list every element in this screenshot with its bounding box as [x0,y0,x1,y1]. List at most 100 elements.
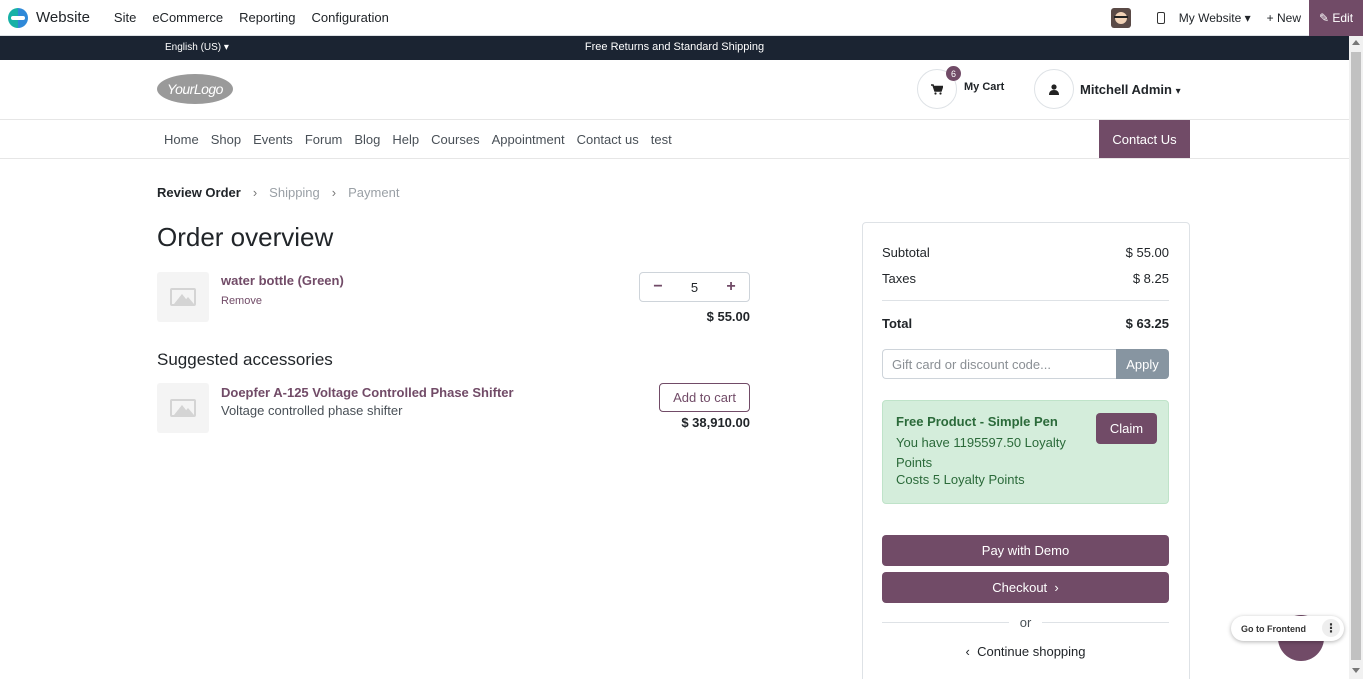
divider [1042,622,1169,623]
go-to-frontend-label: Go to Frontend [1241,623,1306,634]
accessory-price: $ 38,910.00 [681,415,750,430]
scrollbar-thumb[interactable] [1351,52,1361,660]
reward-title: Free Product - Simple Pen [896,414,1058,429]
subtotal-value: $ 55.00 [1125,245,1169,260]
nav-item-events[interactable]: Events [247,132,299,147]
chevron-right-icon: › [331,185,337,200]
user-menu-avatar[interactable] [1034,69,1074,109]
user-menu[interactable]: Mitchell Admin ▾ [1080,82,1181,97]
step-payment: Payment [348,185,400,200]
menu-item-reporting[interactable]: Reporting [239,10,295,25]
divider [882,622,1009,623]
app-name[interactable]: Website [36,9,90,26]
scroll-down-arrow-icon[interactable] [1352,668,1360,673]
contact-us-button[interactable]: Contact Us [1099,120,1190,158]
quantity-input[interactable]: 5 [676,280,713,295]
or-label: or [1019,615,1032,630]
accessory-description: Voltage controlled phase shifter [221,403,403,418]
nav-item-blog[interactable]: Blog [348,132,386,147]
subtotal-row: Subtotal $ 55.00 [882,245,1169,260]
website-switcher-label: My Website [1178,11,1242,25]
accessory-thumbnail[interactable] [157,383,209,433]
odoo-app-icon[interactable] [8,7,28,28]
total-label: Total [882,316,913,331]
quantity-stepper: − 5 + [639,272,750,302]
continue-shopping-link[interactable]: ‹ Continue shopping [882,644,1169,659]
nav-item-test[interactable]: test [645,132,678,147]
total-value: $ 63.25 [1125,316,1169,331]
promo-code-input[interactable] [882,349,1116,379]
menu-item-configuration[interactable]: Configuration [312,10,389,25]
site-header: YourLogo 6 My Cart Mitchell Admin ▾ [0,60,1349,120]
plus-icon: + [1266,11,1274,25]
minus-icon[interactable]: − [640,273,676,301]
chevron-right-icon: › [1054,580,1059,595]
checkout-steps: Review Order › Shipping › Payment [157,185,399,200]
promo-code-form: Apply [882,349,1169,379]
nav-item-courses[interactable]: Courses [425,132,485,147]
nav-item-forum[interactable]: Forum [299,132,349,147]
loyalty-reward-box: Free Product - Simple Pen You have 11955… [882,400,1169,504]
more-options-icon[interactable]: ⋮ [1322,619,1340,637]
edit-button[interactable]: ✎ Edit [1309,0,1363,36]
subtotal-label: Subtotal [882,245,930,260]
menu-item-ecommerce[interactable]: eCommerce [152,10,223,25]
step-shipping: Shipping [269,185,320,200]
cart-label[interactable]: My Cart [964,81,1004,93]
page-scrollbar[interactable] [1349,36,1363,679]
new-button[interactable]: + New [1267,11,1301,25]
checkout-label: Checkout [992,580,1048,595]
product-thumbnail[interactable] [157,272,209,322]
scroll-up-arrow-icon[interactable] [1352,40,1360,45]
remove-link[interactable]: Remove [221,295,262,307]
nav-item-contact-us[interactable]: Contact us [571,132,645,147]
image-placeholder-icon [170,288,196,306]
total-row: Total $ 63.25 [882,316,1169,331]
nav-item-shop[interactable]: Shop [205,132,247,147]
user-name: Mitchell Admin [1080,82,1172,97]
go-to-frontend-pill[interactable]: Go to Frontend ⋮ [1231,616,1344,641]
admin-bar-right: My Website ▾ + New ✎ Edit [1110,0,1363,36]
cart-product-name[interactable]: water bottle (Green) [221,273,344,288]
plus-icon[interactable]: + [713,273,749,301]
add-to-cart-button[interactable]: Add to cart [659,383,750,412]
claim-button[interactable]: Claim [1096,413,1157,444]
cart-line-price: $ 55.00 [706,309,750,324]
pencil-icon: ✎ [1318,11,1330,25]
taxes-row: Taxes $ 8.25 [882,271,1169,286]
mobile-preview-icon[interactable] [1156,12,1165,24]
pay-with-demo-button[interactable]: Pay with Demo [882,535,1169,566]
continue-shopping-label: Continue shopping [977,644,1086,659]
suggested-accessories-title: Suggested accessories [157,350,333,369]
new-button-label: New [1276,11,1301,25]
taxes-label: Taxes [882,271,916,286]
nav-item-appointment[interactable]: Appointment [486,132,571,147]
reward-points: You have 1195597.50 Loyalty Points [896,435,1066,470]
nav-item-home[interactable]: Home [158,132,205,147]
user-avatar-icon[interactable] [1110,8,1131,28]
order-summary-card: Subtotal $ 55.00 Taxes $ 8.25 Total $ 63… [862,222,1190,679]
main-navigation: Home Shop Events Forum Blog Help Courses… [0,120,1349,159]
caret-down-icon: ▾ [1175,86,1181,97]
edit-button-label: Edit [1332,11,1354,25]
shopping-cart-icon [931,83,943,95]
site-logo[interactable]: YourLogo [157,74,233,104]
page-title: Order overview [157,222,334,252]
nav-item-help[interactable]: Help [386,132,425,147]
website-switcher[interactable]: My Website ▾ [1179,11,1251,25]
menu-item-site[interactable]: Site [114,10,136,25]
chevron-left-icon: ‹ [965,644,970,659]
admin-bar: Website Site eCommerce Reporting Configu… [0,0,1363,36]
chevron-right-icon: › [252,185,258,200]
nav-items: Home Shop Events Forum Blog Help Courses… [158,120,678,158]
user-icon [1049,83,1059,95]
checkout-button[interactable]: Checkout › [882,572,1169,603]
admin-menu: Site eCommerce Reporting Configuration [106,10,397,25]
apply-button[interactable]: Apply [1116,349,1169,379]
divider [882,300,1169,301]
announcement-text: Free Returns and Standard Shipping [584,41,765,53]
image-placeholder-icon [170,399,196,417]
taxes-value: $ 8.25 [1132,271,1169,286]
reward-cost: Costs 5 Loyalty Points [896,472,1025,487]
accessory-name[interactable]: Doepfer A-125 Voltage Controlled Phase S… [221,385,514,400]
